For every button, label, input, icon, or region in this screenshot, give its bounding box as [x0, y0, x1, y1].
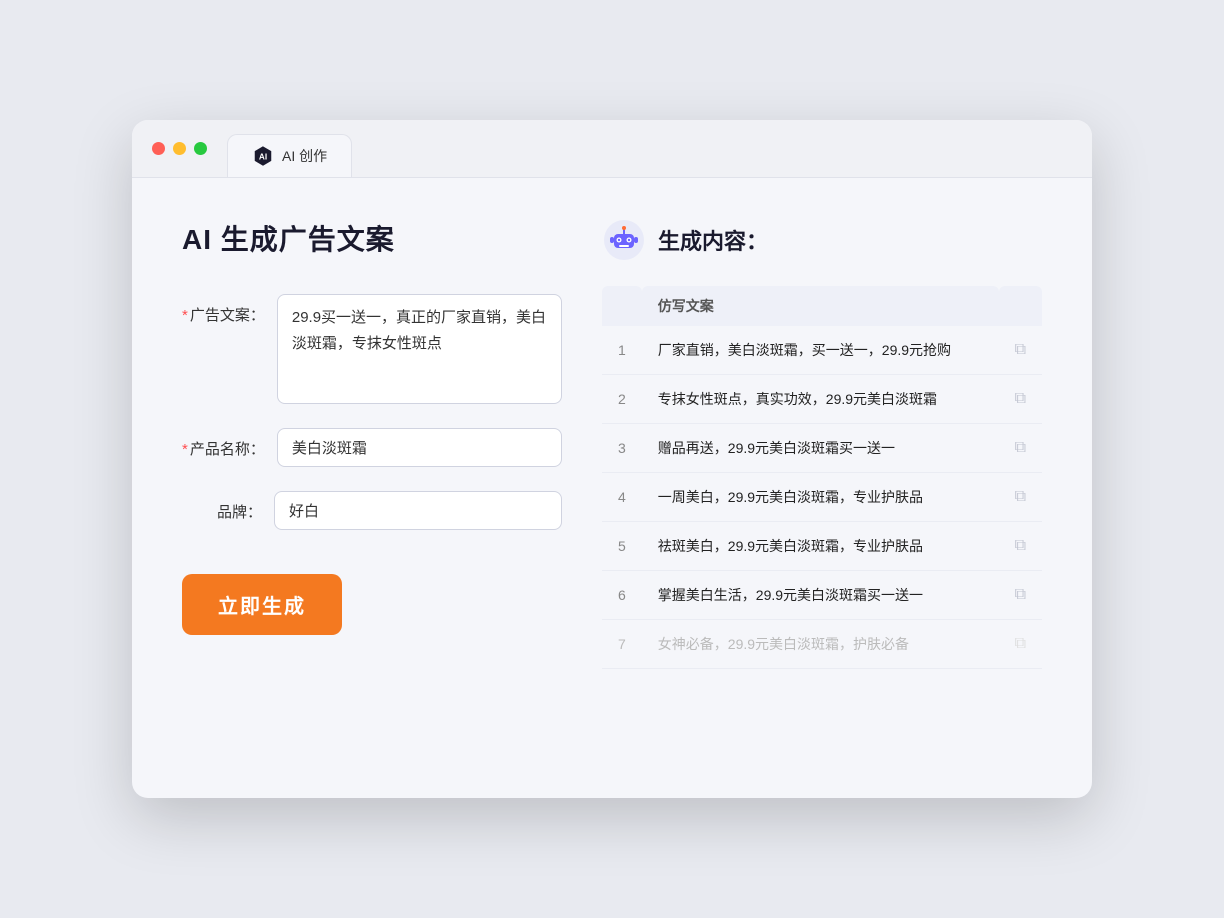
result-text: 一周美白，29.9元美白淡斑霜，专业护肤品	[642, 473, 999, 522]
left-panel: AI 生成广告文案 *广告文案： *产品名称： 品牌： 立	[182, 218, 562, 758]
result-text: 赠品再送，29.9元美白淡斑霜买一送一	[642, 424, 999, 473]
copy-button[interactable]: ⧉	[999, 620, 1042, 669]
browser-titlebar: AI AI 创作	[132, 120, 1092, 178]
table-row: 1厂家直销，美白淡斑霜，买一送一，29.9元抢购⧉	[602, 326, 1042, 375]
result-number: 3	[602, 424, 642, 473]
copy-button[interactable]: ⧉	[999, 375, 1042, 424]
product-name-input[interactable]	[277, 428, 562, 467]
maximize-button[interactable]	[194, 142, 207, 155]
result-text: 厂家直销，美白淡斑霜，买一送一，29.9元抢购	[642, 326, 999, 375]
result-number: 6	[602, 571, 642, 620]
brand-input[interactable]	[274, 491, 562, 530]
svg-text:AI: AI	[259, 153, 267, 162]
result-number: 7	[602, 620, 642, 669]
tab-label: AI 创作	[282, 146, 327, 166]
right-panel-title: 生成内容：	[658, 224, 768, 256]
brand-group: 品牌：	[182, 491, 562, 530]
table-row: 4一周美白，29.9元美白淡斑霜，专业护肤品⧉	[602, 473, 1042, 522]
result-text: 专抹女性斑点，真实功效，29.9元美白淡斑霜	[642, 375, 999, 424]
table-header-copy: 仿写文案	[642, 286, 999, 326]
table-header-action	[999, 286, 1042, 326]
ad-copy-label: *广告文案：	[182, 294, 265, 325]
page-title: AI 生成广告文案	[182, 218, 562, 258]
copy-button[interactable]: ⧉	[999, 473, 1042, 522]
table-row: 7女神必备，29.9元美白淡斑霜，护肤必备⧉	[602, 620, 1042, 669]
right-header: 生成内容：	[602, 218, 1042, 262]
ad-copy-group: *广告文案：	[182, 294, 562, 404]
ai-tab-icon: AI	[252, 145, 274, 167]
browser-content: AI 生成广告文案 *广告文案： *产品名称： 品牌： 立	[132, 178, 1092, 798]
required-star-ad: *	[182, 307, 188, 324]
copy-button[interactable]: ⧉	[999, 326, 1042, 375]
required-star-product: *	[182, 441, 188, 458]
close-button[interactable]	[152, 142, 165, 155]
right-panel: 生成内容： 仿写文案 1厂家直销，美白淡斑霜，买一送一，29.9元抢购⧉2专抹女…	[602, 218, 1042, 758]
result-number: 5	[602, 522, 642, 571]
product-name-group: *产品名称：	[182, 428, 562, 467]
table-row: 2专抹女性斑点，真实功效，29.9元美白淡斑霜⧉	[602, 375, 1042, 424]
copy-button[interactable]: ⧉	[999, 522, 1042, 571]
generate-button[interactable]: 立即生成	[182, 574, 342, 635]
minimize-button[interactable]	[173, 142, 186, 155]
result-text: 祛斑美白，29.9元美白淡斑霜，专业护肤品	[642, 522, 999, 571]
result-number: 1	[602, 326, 642, 375]
brand-label: 品牌：	[182, 491, 262, 522]
results-table: 仿写文案 1厂家直销，美白淡斑霜，买一送一，29.9元抢购⧉2专抹女性斑点，真实…	[602, 286, 1042, 669]
product-name-label: *产品名称：	[182, 428, 265, 459]
result-number: 4	[602, 473, 642, 522]
ai-creation-tab[interactable]: AI AI 创作	[227, 134, 352, 177]
browser-window: AI AI 创作 AI 生成广告文案 *广告文案： *产品名称：	[132, 120, 1092, 798]
result-text: 掌握美白生活，29.9元美白淡斑霜买一送一	[642, 571, 999, 620]
table-row: 6掌握美白生活，29.9元美白淡斑霜买一送一⧉	[602, 571, 1042, 620]
copy-button[interactable]: ⧉	[999, 571, 1042, 620]
table-row: 3赠品再送，29.9元美白淡斑霜买一送一⧉	[602, 424, 1042, 473]
copy-button[interactable]: ⧉	[999, 424, 1042, 473]
table-header-num	[602, 286, 642, 326]
result-text: 女神必备，29.9元美白淡斑霜，护肤必备	[642, 620, 999, 669]
ad-copy-textarea[interactable]	[277, 294, 562, 404]
result-number: 2	[602, 375, 642, 424]
window-controls	[152, 134, 207, 177]
bot-icon	[602, 218, 646, 262]
table-row: 5祛斑美白，29.9元美白淡斑霜，专业护肤品⧉	[602, 522, 1042, 571]
